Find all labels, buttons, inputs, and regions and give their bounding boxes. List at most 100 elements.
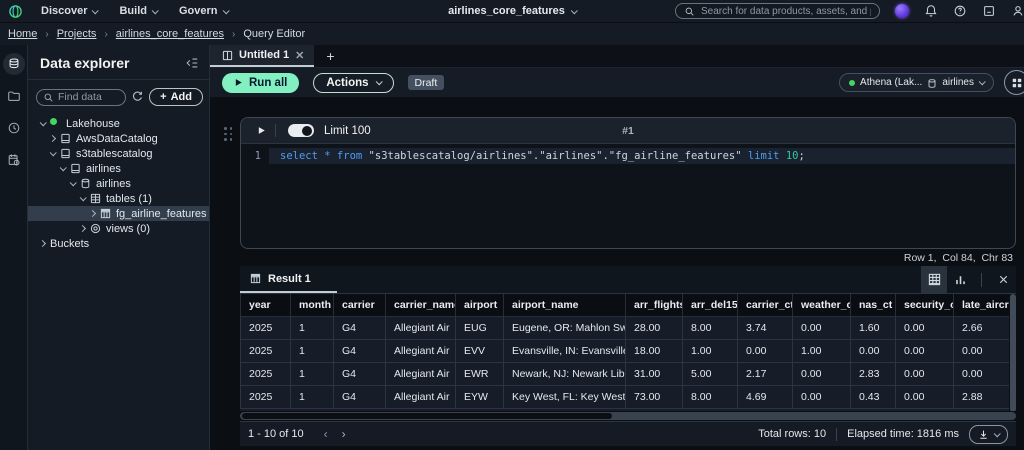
- tree-item-buckets[interactable]: Buckets: [28, 236, 209, 251]
- editor-tabstrip: Untitled 1 ✕ +: [210, 45, 1024, 68]
- horizontal-scrollbar[interactable]: [240, 412, 1016, 420]
- table-row-2[interactable]: 20251G4Allegiant AirEVVEvansville, IN: E…: [241, 339, 1010, 362]
- chevron-down-icon[interactable]: [60, 164, 67, 171]
- global-search-input[interactable]: [701, 6, 871, 17]
- limit-toggle-label: Limit 100: [324, 125, 371, 137]
- tree-item-awsdatacatalog[interactable]: AwsDataCatalog: [28, 131, 209, 146]
- results-grid-wrap: yearmonthcarriercarrier_nameairportairpo…: [240, 294, 1016, 411]
- cell: 2025: [241, 385, 291, 408]
- project-selector[interactable]: airlines_core_features: [448, 5, 576, 17]
- chart-view-button[interactable]: [947, 266, 973, 293]
- run-all-button[interactable]: Run all: [222, 73, 299, 93]
- result-tab-1[interactable]: Result 1: [240, 266, 337, 293]
- column-header-airport[interactable]: airport: [456, 294, 504, 316]
- table-row-4[interactable]: 20251G4Allegiant AirEYWKey West, FL: Key…: [241, 385, 1010, 408]
- chevron-right-icon[interactable]: [49, 135, 56, 142]
- close-results-button[interactable]: [990, 266, 1016, 293]
- column-header-late-aircraft-ct[interactable]: late_aircraft_ct: [954, 294, 1010, 316]
- tree-item-lakehouse[interactable]: Lakehouse: [28, 116, 209, 131]
- table-view-button[interactable]: [921, 266, 947, 293]
- column-header-nas-ct[interactable]: nas_ct: [851, 294, 896, 316]
- menu-govern[interactable]: Govern: [179, 5, 228, 17]
- tree-item-tables-1[interactable]: tables (1): [28, 191, 209, 206]
- draft-status-badge: Draft: [408, 75, 445, 90]
- connection-status-dot: [849, 80, 855, 86]
- editor-tab-label: Untitled 1: [239, 49, 289, 61]
- limit-toggle[interactable]: [288, 124, 314, 137]
- cell: G4: [334, 385, 386, 408]
- tree-item-views-0[interactable]: views (0): [28, 221, 209, 236]
- project-selector-label: airlines_core_features: [448, 5, 565, 17]
- run-cell-button[interactable]: [253, 123, 269, 138]
- amazon-q-icon[interactable]: [895, 4, 909, 18]
- results-toolbar: Result 1: [240, 266, 1016, 294]
- find-data-input[interactable]: [58, 91, 119, 103]
- cell: Eugene, OR: Mahlon Sweet Fi...: [504, 316, 626, 339]
- breadcrumb-home[interactable]: Home: [8, 28, 37, 40]
- breadcrumb-airlines-core-features[interactable]: airlines_core_features: [116, 28, 224, 40]
- cell-drag-handle-icon[interactable]: [224, 127, 232, 141]
- data-explorer-rail-button[interactable]: [3, 53, 25, 75]
- tree-item-airlines[interactable]: airlines: [28, 161, 209, 176]
- column-header-month[interactable]: month: [291, 294, 334, 316]
- toolbar-right: Athena (Lak... airlines: [839, 70, 1016, 95]
- collapse-panel-button[interactable]: [185, 56, 199, 70]
- menu-build[interactable]: Build: [119, 5, 157, 17]
- column-header-carrier-ct[interactable]: carrier_ct: [738, 294, 793, 316]
- find-data-search[interactable]: [36, 89, 126, 106]
- new-tab-button[interactable]: +: [314, 45, 346, 67]
- add-data-button[interactable]: + Add: [149, 88, 203, 106]
- refresh-button[interactable]: [131, 90, 144, 105]
- column-header-carrier[interactable]: carrier: [334, 294, 386, 316]
- scheduled-queries-rail-button[interactable]: [3, 149, 25, 171]
- cell: 0.00: [954, 362, 1010, 385]
- column-header-arr-del15[interactable]: arr_del15: [683, 294, 738, 316]
- help-icon[interactable]: [953, 4, 967, 18]
- cell: 2.83: [851, 362, 896, 385]
- scrollbar-thumb[interactable]: [242, 413, 612, 419]
- column-header-year[interactable]: year: [241, 294, 291, 316]
- app-logo-icon[interactable]: [8, 4, 23, 19]
- chevron-down-icon[interactable]: [80, 194, 87, 201]
- chevron-right-icon[interactable]: [79, 225, 86, 232]
- tree-item-label: Lakehouse: [66, 118, 120, 130]
- column-header-arr-flights[interactable]: arr_flights: [626, 294, 683, 316]
- chevron-down-icon[interactable]: [40, 119, 47, 126]
- chevron-right-icon[interactable]: [39, 240, 46, 247]
- actions-button[interactable]: Actions: [313, 73, 393, 93]
- tree-item-s3tablescatalog[interactable]: s3tablescatalog: [28, 146, 209, 161]
- sql-editor[interactable]: 1 select * from "s3tablescatalog/airline…: [241, 144, 1015, 164]
- grid-squares-icon: [1011, 77, 1023, 89]
- chevron-down-icon[interactable]: [70, 179, 77, 186]
- download-results-button[interactable]: [969, 425, 1008, 444]
- catalog-icon: [70, 163, 81, 174]
- table-row-1[interactable]: 20251G4Allegiant AirEUGEugene, OR: Mahlo…: [241, 316, 1010, 339]
- previous-page-button[interactable]: ‹: [324, 428, 328, 440]
- editor-tab-untitled-1[interactable]: Untitled 1 ✕: [210, 45, 314, 67]
- tree-item-airlines[interactable]: airlines: [28, 176, 209, 191]
- table-row-3[interactable]: 20251G4Allegiant AirEWRNewark, NJ: Newar…: [241, 362, 1010, 385]
- connection-selector[interactable]: Athena (Lak... airlines: [839, 73, 994, 92]
- history-rail-button[interactable]: [3, 117, 25, 139]
- close-tab-icon[interactable]: ✕: [295, 49, 304, 62]
- feedback-icon[interactable]: [982, 4, 996, 18]
- layout-grid-button[interactable]: [1004, 70, 1024, 95]
- user-profile-icon[interactable]: [1011, 4, 1024, 18]
- column-header-security-ct[interactable]: security_ct: [896, 294, 954, 316]
- files-rail-button[interactable]: [3, 85, 25, 107]
- vertical-scrollbar[interactable]: [1010, 294, 1016, 411]
- column-header-carrier-name[interactable]: carrier_name: [386, 294, 456, 316]
- menu-discover[interactable]: Discover: [41, 5, 97, 17]
- breadcrumb-projects[interactable]: Projects: [57, 28, 97, 40]
- breadcrumb-separator: ›: [232, 29, 235, 40]
- next-page-button[interactable]: ›: [342, 428, 346, 440]
- cell: Key West, FL: Key West Inter...: [504, 385, 626, 408]
- chevron-right-icon[interactable]: [89, 210, 96, 217]
- column-header-airport-name[interactable]: airport_name: [504, 294, 626, 316]
- cell: Newark, NJ: Newark Liberty I...: [504, 362, 626, 385]
- chevron-down-icon[interactable]: [50, 149, 57, 156]
- column-header-weather-ct[interactable]: weather_ct: [793, 294, 851, 316]
- tree-item-fg-airline-features[interactable]: fg_airline_features: [28, 206, 209, 221]
- global-search[interactable]: [675, 3, 880, 19]
- notifications-bell-icon[interactable]: [924, 4, 938, 18]
